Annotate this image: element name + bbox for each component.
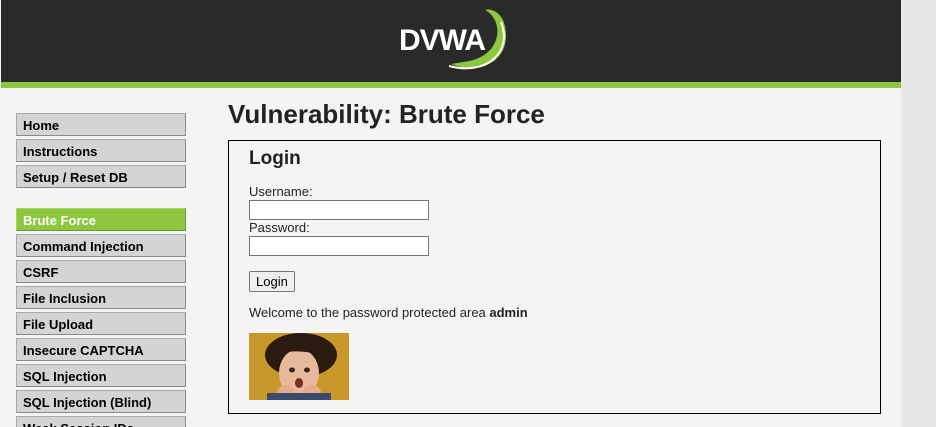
menu-item-home[interactable]: Home <box>16 113 186 136</box>
menu-item-sql-injection[interactable]: SQL Injection <box>16 364 186 387</box>
menu-item-sql-injection-blind[interactable]: SQL Injection (Blind) <box>16 390 186 413</box>
welcome-username: admin <box>489 305 528 320</box>
menu-item-weak-session-ids[interactable]: Weak Session IDs <box>16 416 186 427</box>
username-input[interactable] <box>249 200 429 220</box>
login-panel: Login Username: Password: Login Welcome … <box>228 140 881 414</box>
password-input[interactable] <box>249 236 429 256</box>
login-button[interactable]: Login <box>249 271 295 292</box>
welcome-text: Welcome to the password protected area <box>249 305 490 320</box>
logo-text: DVWA <box>399 24 485 57</box>
welcome-message: Welcome to the password protected area a… <box>249 305 528 320</box>
menu-item-command-injection[interactable]: Command Injection <box>16 234 186 257</box>
menu-item-insecure-captcha[interactable]: Insecure CAPTCHA <box>16 338 186 361</box>
main-menu: Home Instructions Setup / Reset DB Brute… <box>16 113 186 427</box>
dvwa-page: DVWA Home Instructions Setup / Reset DB … <box>0 0 901 427</box>
password-label: Password: <box>249 220 310 235</box>
header-stripe <box>1 82 901 88</box>
dvwa-logo: DVWA <box>399 9 507 70</box>
page-title: Vulnerability: Brute Force <box>228 99 545 129</box>
menu-item-file-upload[interactable]: File Upload <box>16 312 186 335</box>
menu-item-csrf[interactable]: CSRF <box>16 260 186 283</box>
menu-divider <box>16 191 186 208</box>
user-photo-icon <box>249 333 349 400</box>
menu-item-brute-force[interactable]: Brute Force <box>16 208 186 231</box>
menu-item-instructions[interactable]: Instructions <box>16 139 186 162</box>
menu-item-file-inclusion[interactable]: File Inclusion <box>16 286 186 309</box>
login-heading: Login <box>249 148 301 169</box>
username-label: Username: <box>249 184 313 199</box>
header: DVWA <box>1 0 901 82</box>
menu-item-setup[interactable]: Setup / Reset DB <box>16 165 186 188</box>
